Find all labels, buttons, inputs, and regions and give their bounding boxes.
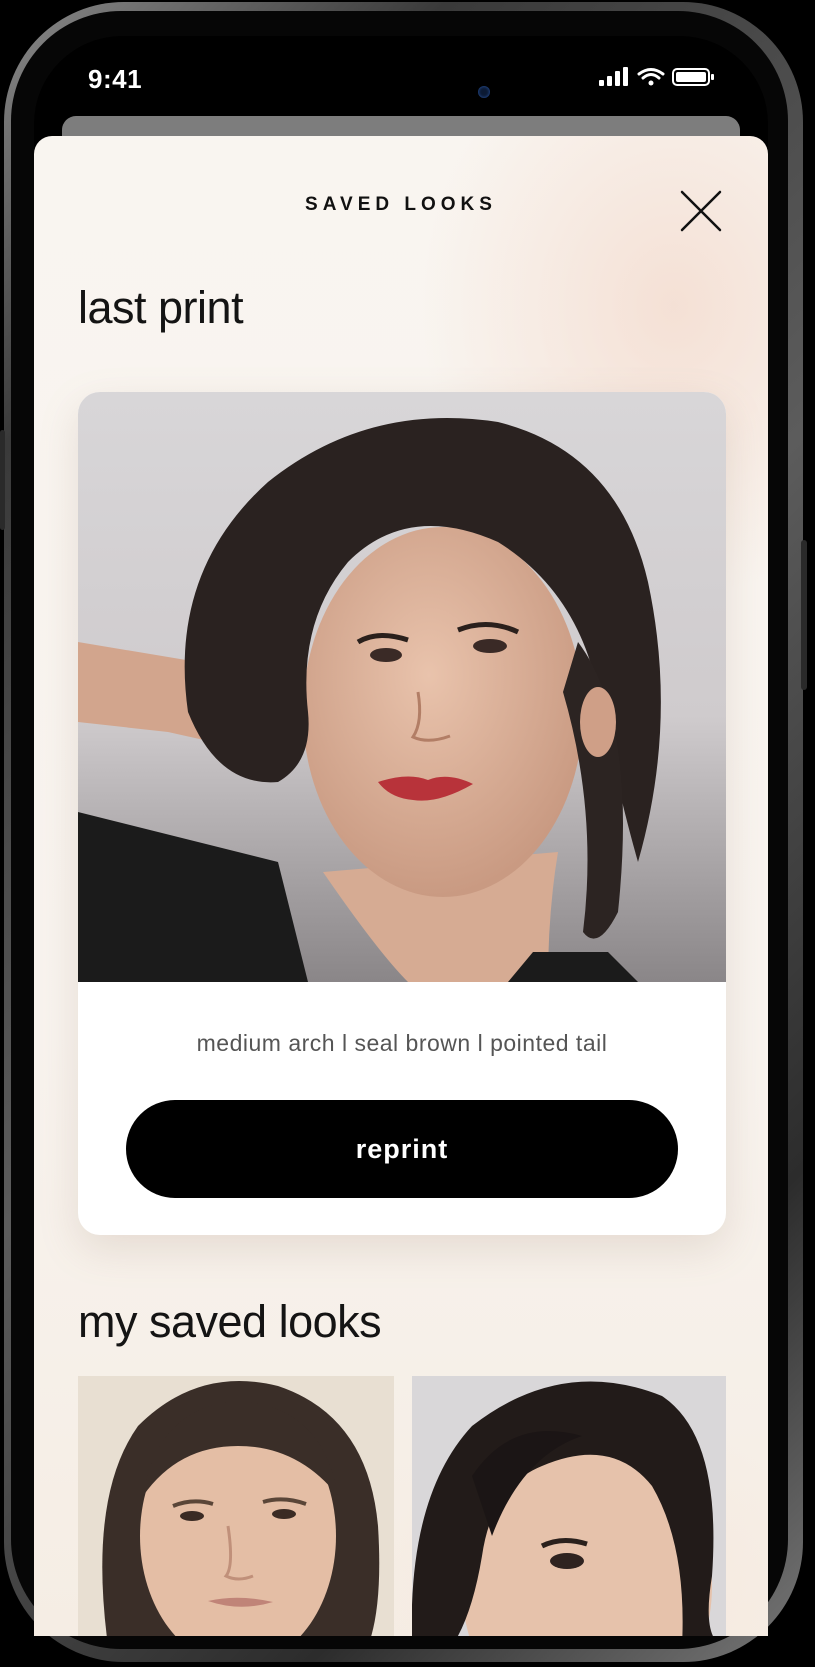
saved-look-photo [412, 1376, 726, 1636]
status-time: 9:41 [88, 64, 143, 94]
sheet-title: SAVED LOOKS [305, 194, 497, 215]
saved-look-thumbnail[interactable] [78, 1376, 394, 1636]
battery-icon [672, 68, 714, 86]
last-print-photo [78, 392, 726, 982]
saved-looks-heading: my saved looks [78, 1296, 382, 1347]
wifi-icon [637, 68, 665, 86]
last-print-card: medium arch l seal brown l pointed tail … [78, 392, 726, 1235]
close-icon [680, 190, 722, 232]
look-details-caption: medium arch l seal brown l pointed tail [196, 1030, 608, 1056]
reprint-button[interactable]: reprint [126, 1100, 678, 1198]
power-button [801, 540, 807, 690]
volume-button [0, 430, 5, 530]
saved-look-thumbnail[interactable] [412, 1376, 726, 1636]
cellular-signal-icon [599, 67, 628, 86]
close-button[interactable] [678, 188, 724, 234]
camera-icon [478, 86, 490, 98]
last-print-heading: last print [78, 282, 244, 333]
saved-looks-sheet: SAVED LOOKS last print medium arch l sea… [34, 136, 768, 1636]
status-icons [599, 66, 719, 93]
saved-look-photo [78, 1376, 394, 1636]
